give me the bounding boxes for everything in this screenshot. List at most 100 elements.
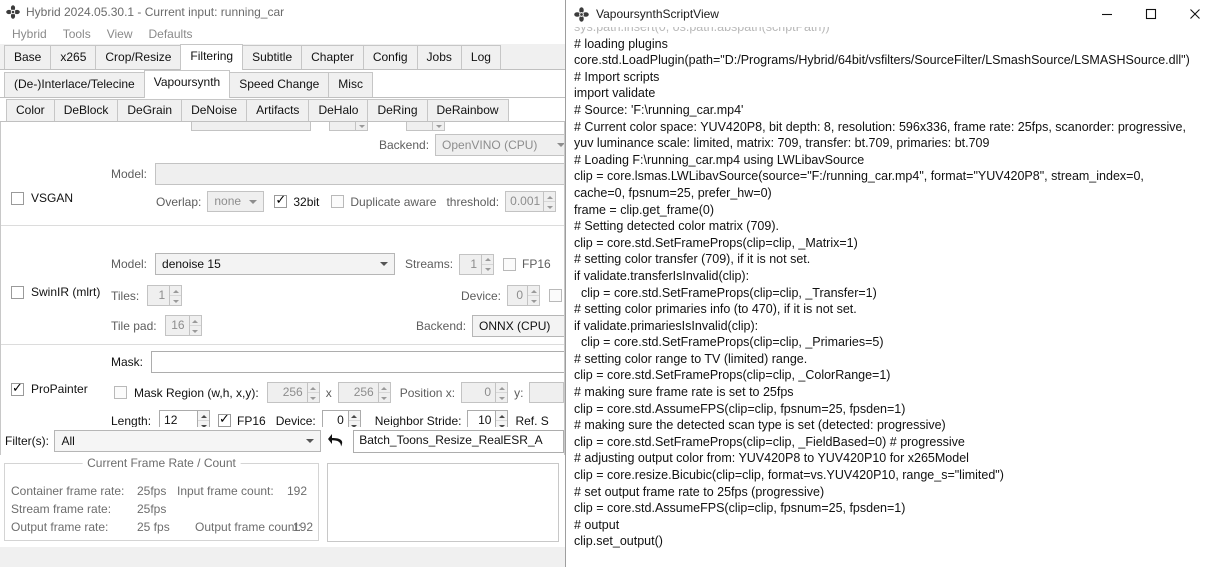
propainter-checkbox[interactable] bbox=[11, 383, 24, 396]
vsview-titlebar: VapoursynthScriptView bbox=[566, 0, 1217, 27]
tab-x265[interactable]: x265 bbox=[50, 45, 96, 69]
vsgan-params-row: Overlap: none 32bit Duplicate aware thre… bbox=[156, 191, 556, 212]
tab-misc[interactable]: Misc bbox=[328, 72, 373, 97]
propainter-enable-row[interactable]: ProPainter bbox=[11, 382, 88, 396]
propainter-position-y-spin[interactable] bbox=[529, 382, 565, 403]
tab-dering[interactable]: DeRing bbox=[367, 99, 427, 121]
tab-log[interactable]: Log bbox=[461, 45, 501, 69]
propainter-length-label: Length: bbox=[111, 414, 151, 428]
propainter-dimension-separator: x bbox=[326, 386, 332, 400]
filtering-subtabstrip: (De-)Interlace/Telecine Vapoursynth Spee… bbox=[0, 70, 565, 98]
output-frame-rate-value: 25 fps bbox=[49, 520, 170, 534]
minimize-icon[interactable] bbox=[1085, 0, 1129, 27]
swinir-backend-combo[interactable]: ONNX (CPU) bbox=[472, 315, 565, 337]
swinir-streams-spin[interactable]: 1 bbox=[459, 254, 494, 275]
menu-item-view[interactable]: View bbox=[99, 27, 141, 41]
vsgan-32bit-checkbox[interactable] bbox=[274, 195, 287, 208]
script-line: import validate bbox=[574, 85, 1217, 102]
hybrid-titlebar: Hybrid 2024.05.30.1 - Current input: run… bbox=[0, 0, 565, 24]
swinir-tilepad-spin[interactable]: 16 bbox=[165, 315, 202, 336]
propainter-mask-region-checkbox[interactable] bbox=[114, 386, 127, 399]
vsgan-enable-row[interactable]: VSGAN bbox=[11, 191, 73, 205]
menu-item-defaults[interactable]: Defaults bbox=[141, 27, 201, 41]
tab-speed-change[interactable]: Speed Change bbox=[229, 72, 329, 97]
menu-item-hybrid[interactable]: Hybrid bbox=[4, 27, 55, 41]
vsgan-duplicate-aware-checkbox[interactable] bbox=[331, 195, 344, 208]
vsgan-threshold-spin[interactable]: 0.001 bbox=[505, 191, 556, 212]
preset-name-field[interactable]: Batch_Toons_Resize_RealESR_A bbox=[353, 430, 564, 453]
script-line: clip = core.std.SetFrameProps(clip=clip,… bbox=[574, 235, 1217, 252]
swinir-model-combo[interactable]: denoise 15 bbox=[155, 253, 395, 275]
clipped-widgets-row bbox=[191, 122, 445, 131]
script-line: # making sure the detected scan type is … bbox=[574, 417, 1217, 434]
menu-item-tools[interactable]: Tools bbox=[55, 27, 99, 41]
tab-deinterlace-telecine[interactable]: (De-)Interlace/Telecine bbox=[4, 72, 145, 97]
script-line: clip = core.std.SetFrameProps(clip=clip,… bbox=[574, 285, 1217, 302]
hybrid-flower-icon bbox=[6, 5, 20, 19]
propainter-mask-height-spin[interactable]: 256 bbox=[338, 382, 391, 403]
script-line: cache=0, fpsnum=25, prefer_hw=0) bbox=[574, 185, 1217, 202]
swinir-device-spin[interactable]: 0 bbox=[507, 285, 540, 306]
vsgan-overlap-label: Overlap: bbox=[156, 195, 201, 209]
undo-arrow-icon[interactable] bbox=[326, 430, 348, 452]
propainter-position-y-label: y: bbox=[514, 386, 523, 400]
swinir-tiles-row: Tiles: 1 bbox=[111, 285, 182, 306]
propainter-mask-field[interactable] bbox=[151, 351, 565, 373]
tab-chapter[interactable]: Chapter bbox=[301, 45, 364, 69]
input-frame-count-label: Input frame count: bbox=[177, 484, 274, 498]
propainter-position-x-spin[interactable]: 0 bbox=[461, 382, 508, 403]
swinir-enable-row[interactable]: SwinIR (mlrt) bbox=[11, 285, 100, 299]
tab-derainbow[interactable]: DeRainbow bbox=[427, 99, 509, 121]
tab-dehalo[interactable]: DeHalo bbox=[308, 99, 368, 121]
tab-base[interactable]: Base bbox=[4, 45, 51, 69]
tab-jobs[interactable]: Jobs bbox=[417, 45, 462, 69]
tab-vapoursynth[interactable]: Vapoursynth bbox=[144, 70, 231, 98]
propainter-mask-width-spin[interactable]: 256 bbox=[267, 382, 320, 403]
tab-filtering[interactable]: Filtering bbox=[180, 44, 243, 70]
vsgan-model-field[interactable] bbox=[155, 163, 565, 185]
preview-placeholder-box[interactable] bbox=[327, 463, 559, 542]
vsgan-overlap-combo[interactable]: none bbox=[207, 191, 264, 212]
close-icon[interactable] bbox=[1173, 0, 1217, 27]
swinir-tiles-label: Tiles: bbox=[111, 289, 139, 303]
propainter-length-spin[interactable]: 12 bbox=[159, 410, 210, 427]
script-line: # set output frame rate to 25fps (progre… bbox=[574, 484, 1217, 501]
clipped-spin-a[interactable] bbox=[329, 122, 368, 131]
vsgan-backend-combo[interactable]: OpenVINO (CPU) bbox=[435, 134, 565, 156]
swinir-checkbox[interactable] bbox=[11, 286, 24, 299]
vsgan-checkbox[interactable] bbox=[11, 192, 24, 205]
script-line: clip = core.std.SetFrameProps(clip=clip,… bbox=[574, 367, 1217, 384]
tab-color[interactable]: Color bbox=[6, 99, 55, 121]
swinir-fp16-checkbox[interactable] bbox=[503, 258, 516, 271]
clipped-spin-b[interactable] bbox=[406, 122, 445, 131]
propainter-position-x-label: Position x: bbox=[400, 386, 455, 400]
tab-config[interactable]: Config bbox=[363, 45, 418, 69]
swinir-backend-label: Backend: bbox=[416, 319, 466, 333]
script-line: # Current color space: YUV420P8, bit dep… bbox=[574, 119, 1217, 136]
propainter-fp16-checkbox[interactable] bbox=[218, 414, 231, 427]
swinir-model-row: Model: denoise 15 Streams: 1 FP16 bbox=[111, 253, 551, 275]
script-line: # loading plugins bbox=[574, 36, 1217, 53]
swinir-cuda-checkbox[interactable] bbox=[549, 289, 562, 302]
script-line: # Setting detected color matrix (709). bbox=[574, 218, 1217, 235]
script-line: # output bbox=[574, 517, 1217, 534]
propainter-mask-region-label: Mask Region (w,h, x,y): bbox=[134, 386, 259, 400]
script-text-area[interactable]: sys.path.insert(0, os.path.abspath(scrip… bbox=[566, 27, 1217, 567]
filters-combo[interactable]: All bbox=[54, 430, 321, 452]
script-line: # Import scripts bbox=[574, 69, 1217, 86]
tab-deblock[interactable]: DeBlock bbox=[54, 99, 119, 121]
clipped-field-a[interactable] bbox=[191, 122, 311, 131]
propainter-device-spin[interactable]: 0 bbox=[322, 410, 361, 427]
tab-denoise[interactable]: DeNoise bbox=[181, 99, 247, 121]
vsgan-duplicate-aware-label: Duplicate aware bbox=[350, 195, 436, 209]
tab-degrain[interactable]: DeGrain bbox=[117, 99, 182, 121]
swinir-device-label: Device: bbox=[461, 289, 501, 303]
tab-crop-resize[interactable]: Crop/Resize bbox=[95, 45, 181, 69]
maximize-icon[interactable] bbox=[1129, 0, 1173, 27]
output-frame-count-label: Output frame count: bbox=[195, 520, 301, 534]
tab-artifacts[interactable]: Artifacts bbox=[246, 99, 309, 121]
propainter-neighbor-stride-spin[interactable]: 10 bbox=[467, 410, 508, 427]
tab-subtitle[interactable]: Subtitle bbox=[242, 45, 302, 69]
propainter-mask-label: Mask: bbox=[111, 355, 143, 369]
swinir-tiles-spin[interactable]: 1 bbox=[147, 285, 182, 306]
